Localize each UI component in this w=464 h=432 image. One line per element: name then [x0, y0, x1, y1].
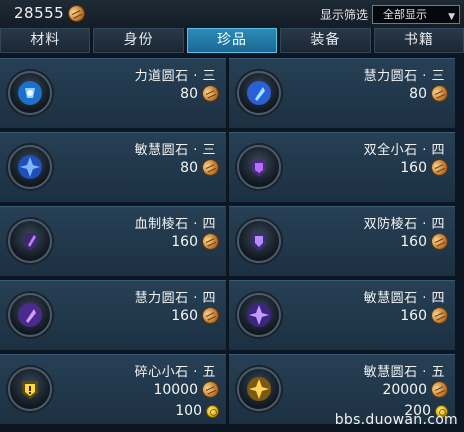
- watermark: bbs.duowan.com: [334, 412, 458, 428]
- copper-coin-icon: [199, 378, 222, 401]
- purple-defense-prism-icon: [237, 219, 281, 263]
- price-value: 160: [400, 307, 427, 324]
- tab-materials[interactable]: 材料: [0, 28, 91, 53]
- item-card[interactable]: 敏慧圆石 · 四 160: [229, 280, 455, 350]
- price-value: 160: [400, 233, 427, 250]
- item-card[interactable]: 双防棱石 · 四 160: [229, 206, 455, 276]
- blue-wisdom-gem-icon: [237, 71, 281, 115]
- item-grid: 力道圆石 · 三 80 慧力圆石 · 三 80 敏慧圆石 · 三 80 双全小石…: [0, 58, 464, 432]
- price-value: 10000: [153, 381, 198, 398]
- item-price: 80: [180, 156, 222, 179]
- item-name: 慧力圆石 · 三: [363, 69, 445, 84]
- tab-equipment[interactable]: 装备: [280, 28, 371, 53]
- item-price: 80: [180, 82, 222, 105]
- tab-identity[interactable]: 身份: [93, 28, 184, 53]
- display-filter: 显示筛选 全部显示 ▼: [320, 5, 460, 24]
- gold-agility-gem-icon: [237, 367, 281, 411]
- copper-coin-icon: [428, 230, 451, 253]
- item-name: 慧力圆石 · 四: [134, 291, 216, 306]
- item-name: 敏慧圆石 · 五: [363, 365, 445, 380]
- copper-coin-icon: [199, 304, 222, 327]
- item-price: 10000: [153, 378, 222, 401]
- price-value: 20000: [382, 381, 427, 398]
- item-price: 160: [400, 156, 451, 179]
- blue-agility-gem-icon: [8, 145, 52, 189]
- purple-blood-prism-icon: [8, 219, 52, 263]
- filter-select[interactable]: 全部显示 ▼: [372, 5, 460, 24]
- price-value: 160: [171, 233, 198, 250]
- currency-display: 28555: [14, 1, 89, 25]
- item-price: 160: [400, 304, 451, 327]
- filter-label: 显示筛选: [319, 8, 368, 22]
- copper-coin-icon: [199, 82, 222, 105]
- item-card[interactable]: 慧力圆石 · 三 80: [229, 58, 455, 128]
- copper-coin-icon: [199, 156, 222, 179]
- item-price: 20000: [382, 378, 451, 401]
- tab-books[interactable]: 书籍: [373, 28, 464, 53]
- copper-coin-icon: [199, 230, 222, 253]
- category-tabs: 材料 身份 珍品 装备 书籍: [0, 28, 464, 55]
- item-card[interactable]: 碎心小石 · 五 10000 100: [0, 354, 226, 424]
- top-bar: 28555 显示筛选 全部显示 ▼: [0, 0, 464, 28]
- price-value: 160: [171, 307, 198, 324]
- item-price: 160: [400, 230, 451, 253]
- price-value: 100: [175, 403, 202, 419]
- copper-coin-icon: [428, 156, 451, 179]
- item-price: 160: [171, 304, 222, 327]
- blue-power-gem-icon: [8, 71, 52, 115]
- filter-value: 全部显示: [383, 8, 427, 21]
- item-name: 敏慧圆石 · 四: [363, 291, 445, 306]
- item-name: 敏慧圆石 · 三: [134, 143, 216, 158]
- chevron-down-icon: ▼: [448, 12, 455, 22]
- item-name: 碎心小石 · 五: [134, 365, 216, 380]
- copper-coin-icon: [428, 82, 451, 105]
- purple-agility-gem-icon: [237, 293, 281, 337]
- purple-dual-stone-icon: [237, 145, 281, 189]
- price-value: 160: [400, 159, 427, 176]
- copper-coin-icon: [65, 1, 89, 25]
- price-value: 80: [409, 85, 427, 102]
- item-card[interactable]: 力道圆石 · 三 80: [0, 58, 226, 128]
- item-name: 双防棱石 · 四: [363, 217, 445, 232]
- item-card[interactable]: 血制棱石 · 四 160: [0, 206, 226, 276]
- item-name: 血制棱石 · 四: [134, 217, 216, 232]
- tab-treasures[interactable]: 珍品: [186, 28, 278, 53]
- item-price: 160: [171, 230, 222, 253]
- item-price: 80: [409, 82, 451, 105]
- price-value: 80: [180, 159, 198, 176]
- currency-amount: 28555: [14, 4, 65, 22]
- copper-coin-icon: [428, 304, 451, 327]
- item-card[interactable]: 双全小石 · 四 160: [229, 132, 455, 202]
- item-card[interactable]: 敏慧圆石 · 三 80: [0, 132, 226, 202]
- gold-heartbreak-stone-icon: [8, 367, 52, 411]
- gold-coin-icon: [206, 404, 219, 418]
- item-price-secondary: 100: [175, 403, 219, 419]
- item-name: 力道圆石 · 三: [134, 69, 216, 84]
- purple-wisdom-gem-icon: [8, 293, 52, 337]
- price-value: 80: [180, 85, 198, 102]
- item-name: 双全小石 · 四: [363, 143, 445, 158]
- item-card[interactable]: 慧力圆石 · 四 160: [0, 280, 226, 350]
- copper-coin-icon: [428, 378, 451, 401]
